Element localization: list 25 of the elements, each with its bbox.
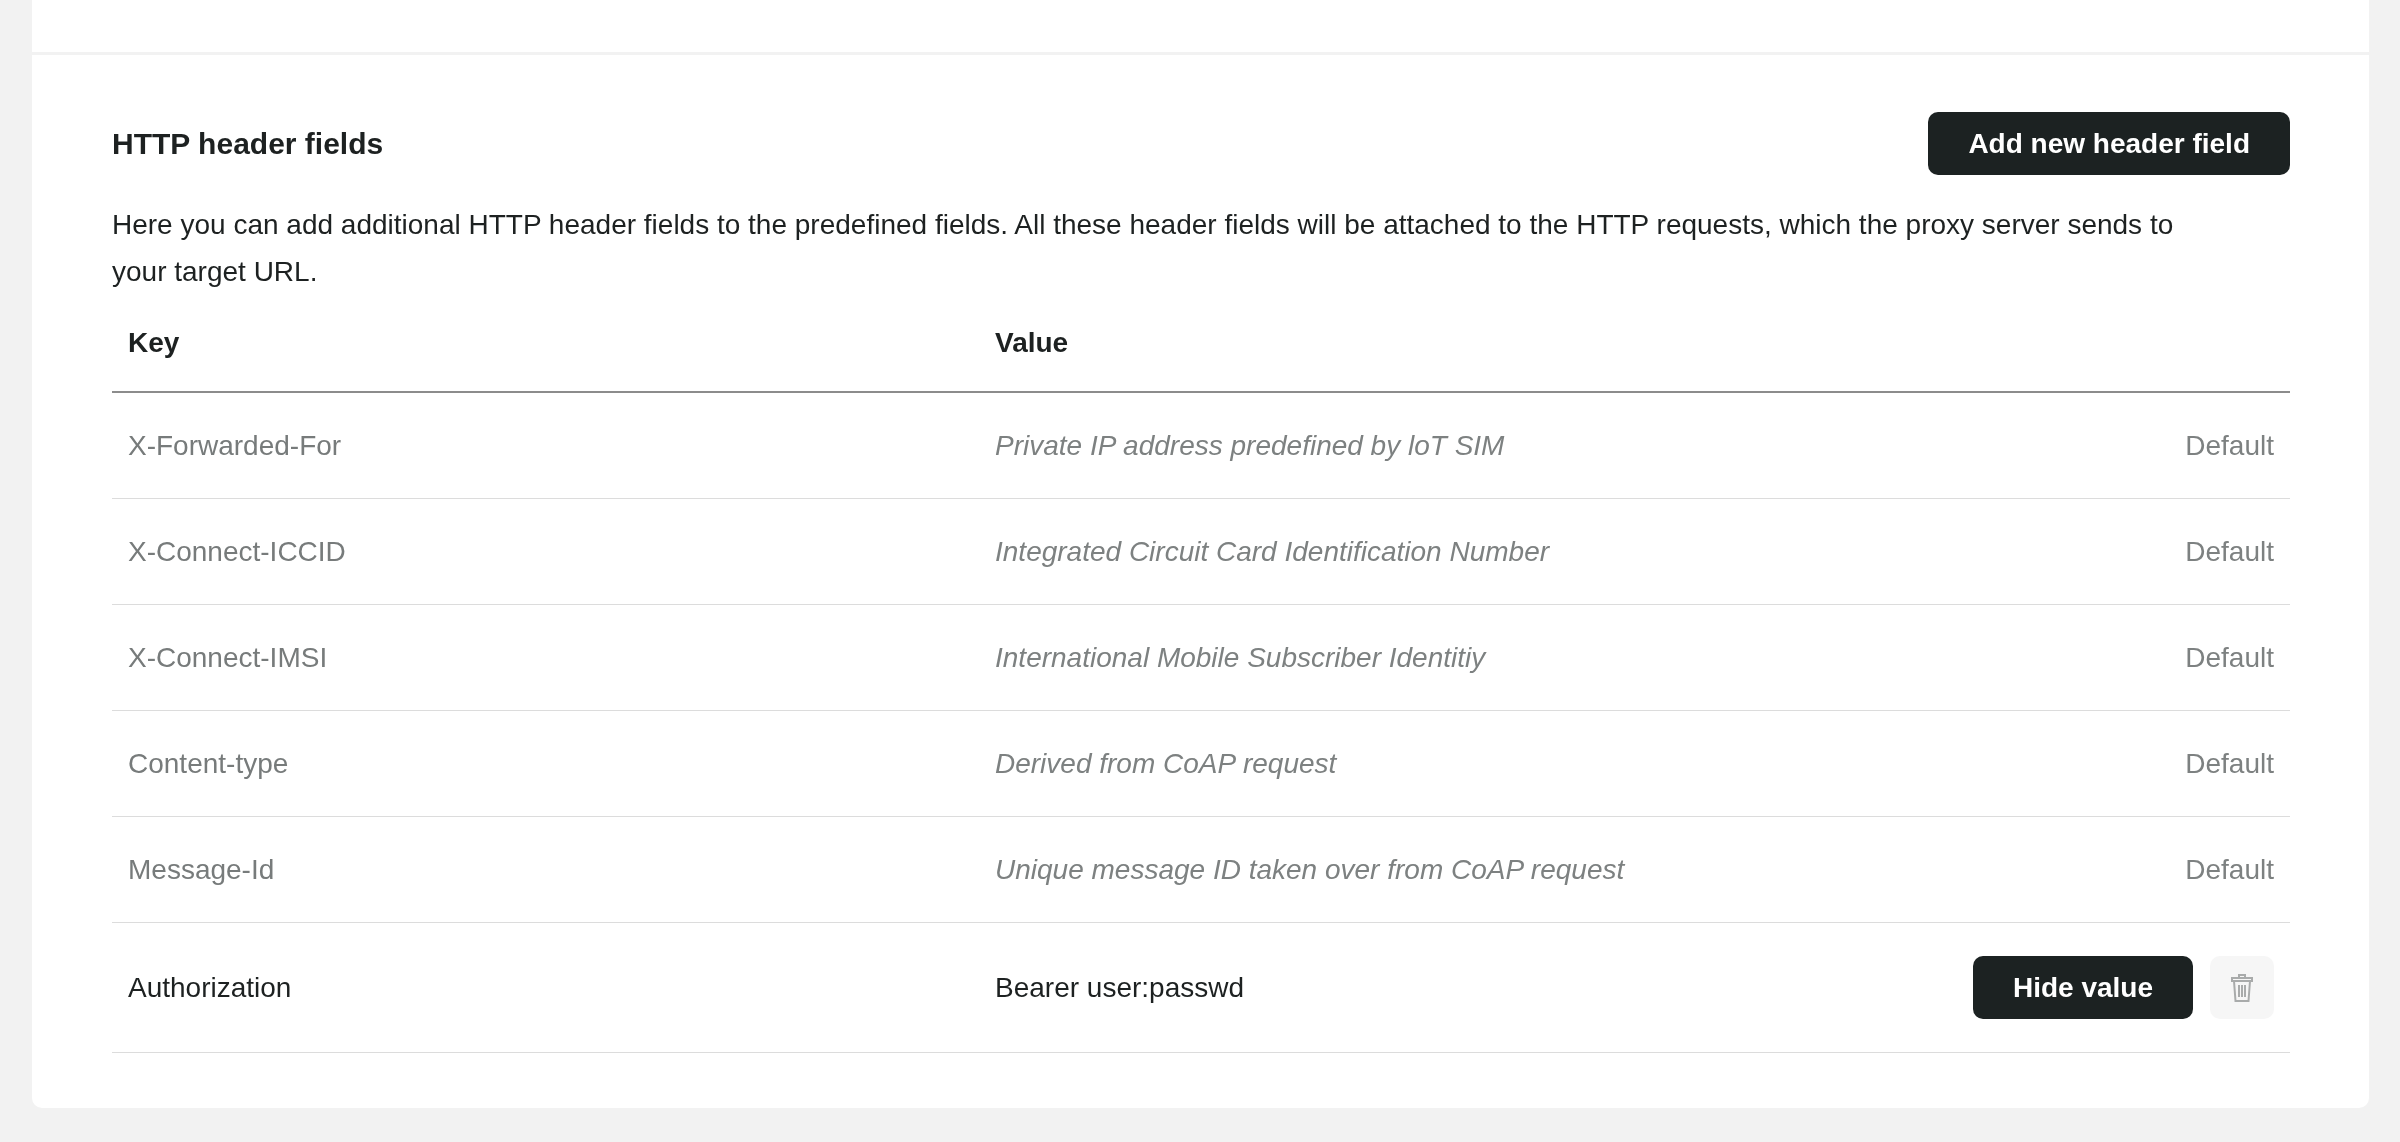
header-value: Derived from CoAP request — [995, 747, 1337, 780]
header-key: Message-Id — [128, 853, 275, 886]
default-label: Default — [2185, 535, 2274, 568]
trash-icon — [2231, 973, 2253, 1002]
header-key: X-Forwarded-For — [128, 429, 342, 462]
default-label: Default — [2185, 429, 2274, 462]
delete-button[interactable] — [2210, 956, 2274, 1019]
column-header: Key — [112, 295, 979, 393]
default-label: Default — [2185, 853, 2274, 886]
hide-value-button[interactable]: Hide value — [1972, 956, 2193, 1019]
header-value: Bearer user:passwd — [995, 971, 1244, 1004]
header-key: Authorization — [128, 971, 292, 1004]
header-value: Private IP address predefined by loT SIM — [995, 429, 1505, 462]
header-key: Content-type — [128, 747, 289, 780]
header-key: X-Connect-ICCID — [128, 535, 346, 568]
add-header-field-button[interactable]: Add new header field — [1928, 112, 2290, 175]
description-text: Here you can add additional HTTP header fields to the predefined fields. All these header fields will be attached to the HTTP requests, which the proxy server sends to your target URL. — [112, 208, 2175, 289]
header-value: International Mobile Subscriber Identitiy — [995, 641, 1486, 674]
default-label: Default — [2185, 641, 2274, 674]
default-label: Default — [2185, 747, 2274, 780]
header-value: Integrated Circuit Card Identification Number — [995, 535, 1550, 568]
section-title: HTTP header fields — [112, 126, 384, 161]
header-value: Unique message ID taken over from CoAP request — [995, 853, 1625, 886]
column-header: Value — [979, 295, 1957, 393]
header-key: X-Connect-IMSI — [128, 641, 328, 674]
